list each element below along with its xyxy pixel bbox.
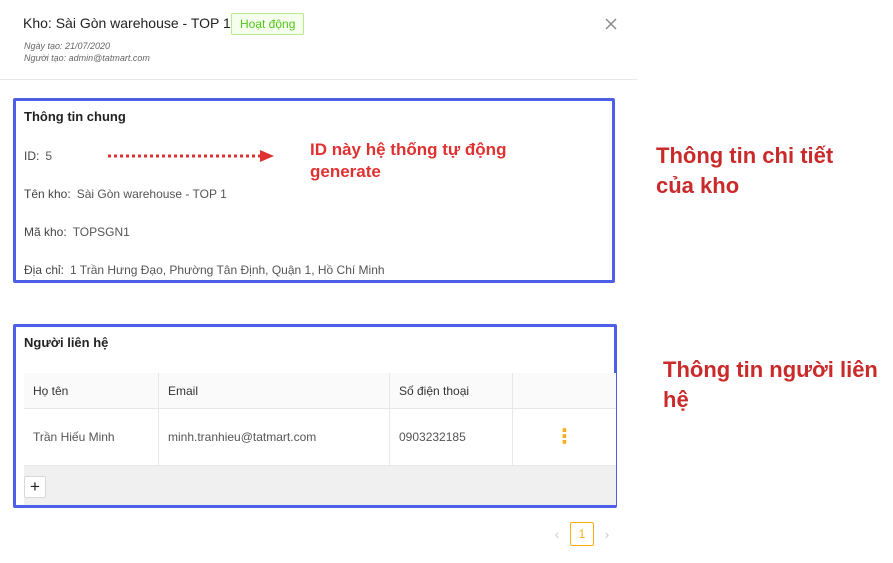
id-field: ID: 5 — [24, 149, 52, 163]
contact-annotation: Thông tin người liên hệ — [663, 357, 878, 412]
general-info-section: Thông tin chung ID: 5 ID này hệ thống tự … — [13, 98, 615, 283]
status-badge: Hoạt động — [231, 13, 305, 35]
next-page-icon[interactable]: › — [598, 526, 616, 542]
more-vertical-icon[interactable]: ⋮ — [555, 427, 575, 447]
contacts-table: Họ tên Email Số điện thoại Trần Hiếu Min… — [24, 373, 616, 505]
general-info-title: Thông tin chung — [24, 109, 126, 124]
id-label: ID: — [24, 149, 40, 163]
code-value: TOPSGN1 — [72, 225, 130, 239]
add-contact-button[interactable]: + — [24, 476, 46, 498]
detail-annotation: Thông tin chi tiết của kho — [656, 143, 834, 198]
contact-email: minh.tranhieu@tatmart.com — [159, 409, 390, 465]
table-header: Họ tên Email Số điện thoại — [24, 373, 616, 409]
code-field: Mã kho: TOPSGN1 — [24, 225, 130, 239]
address-field: Địa chỉ: 1 Trần Hưng Đạo, Phường Tân Định… — [24, 263, 385, 277]
pagination: ‹ 1 › — [548, 522, 616, 546]
id-value: 5 — [45, 149, 53, 163]
table-row: Trần Hiếu Minh minh.tranhieu@tatmart.com… — [24, 409, 616, 466]
id-annotation: ID này hệ thống tự động generate — [310, 140, 507, 181]
name-value: Sài Gòn warehouse - TOP 1 — [76, 187, 227, 201]
dotted-arrow-right-icon — [108, 150, 274, 162]
column-header-name: Họ tên — [24, 373, 159, 408]
close-icon[interactable] — [603, 16, 619, 32]
page-title: Kho: Sài Gòn warehouse - TOP 1 — [23, 15, 231, 31]
drawer-header: Kho: Sài Gòn warehouse - TOP 1 Hoạt động… — [0, 0, 637, 80]
contact-phone: 0903232185 — [390, 409, 513, 465]
created-date: Ngày tạo: 21/07/2020 — [24, 41, 111, 51]
prev-page-icon[interactable]: ‹ — [548, 526, 566, 542]
column-header-actions — [513, 373, 616, 408]
name-label: Tên kho: — [24, 187, 71, 201]
contacts-section: Người liên hệ Họ tên Email Số điện thoại… — [13, 324, 617, 508]
contacts-title: Người liên hệ — [24, 335, 109, 350]
column-header-phone: Số điện thoại — [390, 373, 513, 408]
name-field: Tên kho: Sài Gòn warehouse - TOP 1 — [24, 187, 227, 201]
address-value: 1 Trần Hưng Đạo, Phường Tân Định, Quận 1… — [70, 263, 385, 277]
contact-name: Trần Hiếu Minh — [24, 409, 159, 465]
code-label: Mã kho: — [24, 225, 67, 239]
page-item-1[interactable]: 1 — [570, 522, 594, 546]
created-by: Người tạo: admin@tatmart.com — [24, 53, 150, 63]
column-header-email: Email — [159, 373, 390, 408]
address-label: Địa chỉ: — [24, 263, 65, 277]
row-actions: ⋮ — [513, 409, 616, 465]
